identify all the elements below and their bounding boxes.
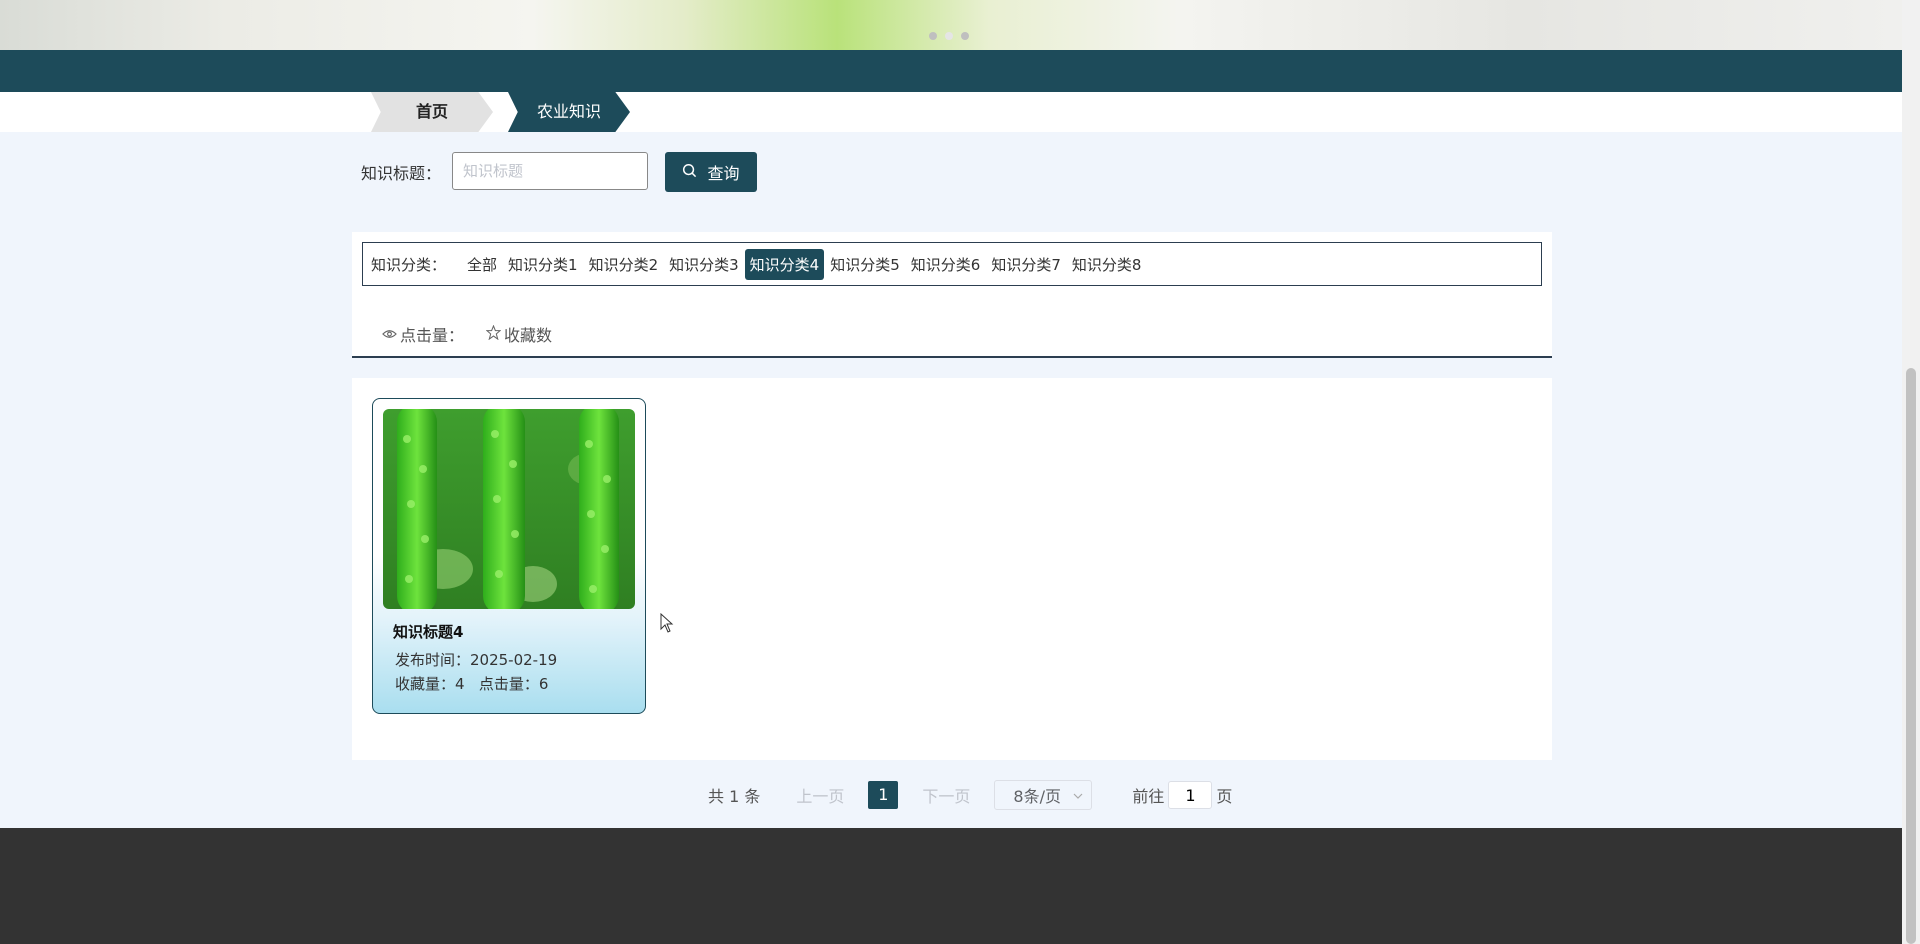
nav-bar: [0, 50, 1902, 92]
search-icon: [682, 163, 697, 182]
search-button[interactable]: 查询: [665, 152, 757, 192]
sort-by-clicks[interactable]: 点击量：: [382, 322, 464, 346]
scrollbar-thumb[interactable]: [1906, 368, 1916, 944]
breadcrumb-current: 农业知识: [508, 92, 630, 132]
page-size-value: 8条/页: [1013, 787, 1061, 806]
category-7[interactable]: 知识分类7: [986, 249, 1066, 280]
page-size-select[interactable]: 8条/页: [994, 780, 1093, 810]
next-page-button[interactable]: 下一页: [922, 783, 970, 807]
carousel-indicators: [929, 32, 969, 40]
banner-carousel[interactable]: [0, 0, 1902, 50]
page-number-current[interactable]: 1: [868, 781, 899, 809]
breadcrumb-home[interactable]: 首页: [371, 92, 493, 132]
star-icon: [485, 324, 502, 344]
card-publish-time: 发布时间：2025-02-19: [395, 651, 558, 669]
category-2[interactable]: 知识分类2: [584, 249, 664, 280]
category-3[interactable]: 知识分类3: [664, 249, 744, 280]
search-label: 知识标题：: [361, 164, 442, 183]
pagination-total: 共 1 条: [708, 787, 761, 806]
carousel-dot[interactable]: [961, 32, 969, 40]
sort-options: 点击量： 收藏数: [382, 322, 552, 346]
category-filter: 知识分类： 全部 知识分类1 知识分类2 知识分类3 知识分类4 知识分类5 知…: [362, 242, 1542, 286]
eye-icon: [382, 325, 397, 344]
mouse-cursor-icon: [660, 612, 674, 637]
category-4-active[interactable]: 知识分类4: [744, 248, 825, 280]
category-8[interactable]: 知识分类8: [1067, 249, 1147, 280]
breadcrumb: 首页 农业知识: [0, 92, 1902, 132]
category-1[interactable]: 知识分类1: [503, 249, 583, 280]
category-5[interactable]: 知识分类5: [825, 249, 905, 280]
results-area: 知识标题4 发布时间：2025-02-19 收藏量：4 点击量：6: [352, 378, 1552, 760]
filter-panel: 知识分类： 全部 知识分类1 知识分类2 知识分类3 知识分类4 知识分类5 知…: [352, 232, 1552, 358]
title-search-input[interactable]: [452, 152, 648, 190]
card-stats: 收藏量：4 点击量：6: [395, 675, 549, 693]
pagination: 共 1 条 上一页 1 下一页 8条/页 前往 页: [708, 780, 1232, 810]
category-label: 知识分类：: [371, 255, 447, 274]
goto-label: 前往: [1132, 787, 1165, 806]
page-scrollbar[interactable]: [1902, 0, 1920, 944]
goto-suffix: 页: [1216, 787, 1233, 806]
goto-page-input[interactable]: [1168, 781, 1213, 809]
carousel-dot[interactable]: [929, 32, 937, 40]
sort-clicks-label: 点击量：: [400, 326, 465, 345]
card-title: 知识标题4: [393, 623, 464, 641]
footer: [0, 828, 1902, 944]
sort-by-favorites[interactable]: 收藏数: [485, 322, 553, 346]
category-all[interactable]: 全部: [462, 249, 502, 280]
category-6[interactable]: 知识分类6: [906, 249, 986, 280]
chevron-down-icon: [1073, 786, 1083, 805]
knowledge-card[interactable]: 知识标题4 发布时间：2025-02-19 收藏量：4 点击量：6: [372, 398, 646, 714]
card-image-bitter-melon: [383, 409, 635, 609]
sort-favorites-label: 收藏数: [504, 326, 553, 345]
carousel-dot-active[interactable]: [945, 32, 953, 40]
prev-page-button[interactable]: 上一页: [796, 783, 844, 807]
search-button-label: 查询: [707, 164, 740, 183]
